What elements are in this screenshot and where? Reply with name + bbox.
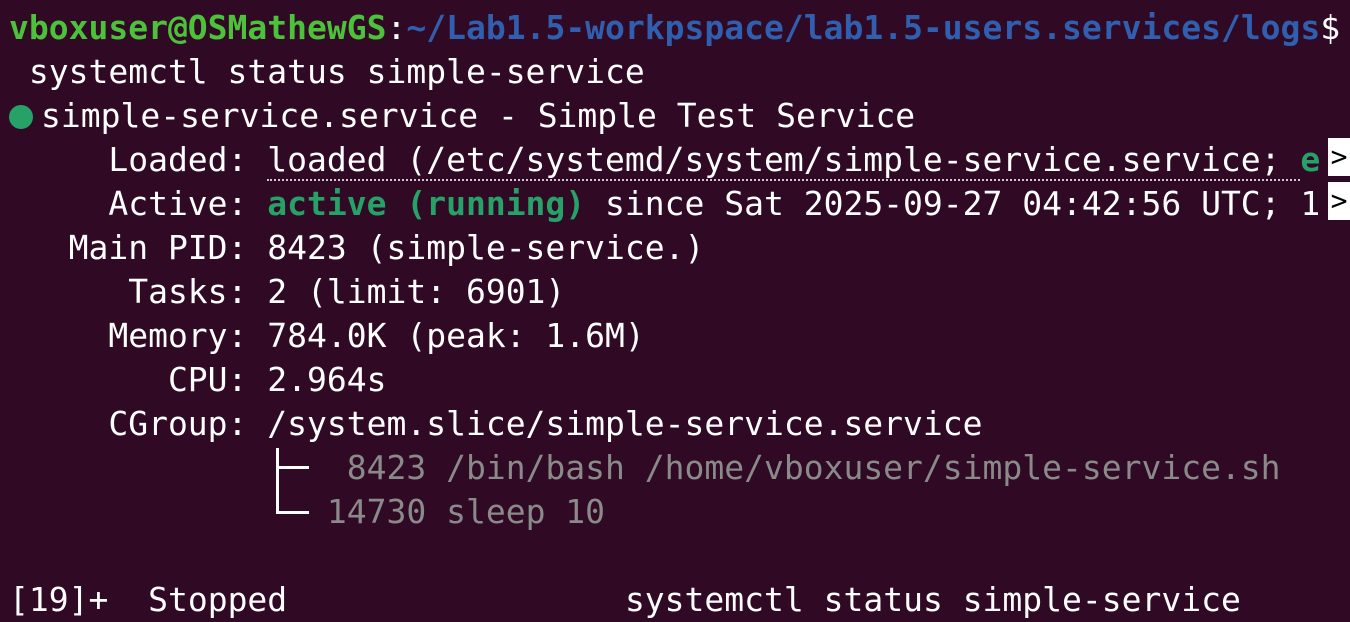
main-pid-line: Main PID: 8423 (simple-service.)	[9, 226, 1350, 270]
loaded-label: Loaded:	[9, 140, 268, 179]
job-state: Stopped	[148, 580, 288, 619]
cgroup-value: /system.slice/simple-service.service	[267, 404, 983, 443]
prompt-user-host: vboxuser@OSMathewGS	[9, 8, 387, 47]
cpu-value: 2.964s	[267, 360, 387, 399]
prompt-line: vboxuser@OSMathewGS:~/Lab1.5-workpspace/…	[9, 6, 1350, 50]
main-pid-value: 8423 (simple-service.)	[267, 228, 705, 267]
prompt-symbol: $	[1320, 8, 1341, 47]
cgroup-label: CGroup:	[9, 404, 268, 443]
memory-line: Memory: 784.0K (peak: 1.6M)	[9, 314, 1350, 358]
loaded-line: Loaded: loaded (/etc/systemd/system/simp…	[9, 138, 1350, 182]
cpu-label: CPU:	[9, 360, 268, 399]
process-line: 14730 sleep 10	[9, 490, 1350, 534]
main-pid-label: Main PID:	[9, 228, 268, 267]
process-entry: 14730 sleep 10	[326, 492, 606, 531]
active-line: Active: active (running) since Sat 2025-…	[9, 182, 1350, 226]
memory-label: Memory:	[9, 316, 268, 355]
tasks-line: Tasks: 2 (limit: 6901)	[9, 270, 1350, 314]
process-entry: 8423 /bin/bash /home/vboxuser/simple-ser…	[326, 448, 1281, 487]
cgroup-line: CGroup: /system.slice/simple-service.ser…	[9, 402, 1350, 446]
cgroup-tree-end-icon	[276, 469, 309, 514]
cpu-line: CPU: 2.964s	[9, 358, 1350, 402]
loaded-value: loaded (/etc/systemd/system/simple-servi…	[267, 140, 1301, 181]
unit-title: simple-service.service - Simple Test Ser…	[41, 96, 916, 135]
truncation-marker: >	[1328, 138, 1350, 176]
job-line: [19]+ Stopped systemctl status simple-se…	[9, 578, 1350, 622]
truncation-marker: >	[1328, 182, 1350, 220]
tasks-value: 2 (limit: 6901)	[267, 272, 566, 311]
prompt-colon: :	[386, 8, 407, 47]
process-line: 8423 /bin/bash /home/vboxuser/simple-ser…	[9, 446, 1350, 490]
memory-value: 784.0K (peak: 1.6M)	[267, 316, 645, 355]
service-status-dot-icon	[9, 105, 33, 129]
cgroup-tree-branch-icon	[276, 448, 309, 469]
command-line: systemctl status simple-service	[9, 52, 645, 91]
active-label: Active:	[9, 184, 268, 223]
prompt-path: ~/Lab1.5-workpspace/lab1.5-users.service…	[406, 8, 1321, 47]
tasks-label: Tasks:	[9, 272, 268, 311]
terminal-window[interactable]: vboxuser@OSMathewGS:~/Lab1.5-workpspace/…	[0, 0, 1350, 622]
job-command: systemctl status simple-service	[624, 580, 1241, 619]
active-state: active (running)	[267, 184, 586, 223]
unit-line: simple-service.service - Simple Test Ser…	[9, 94, 1350, 138]
active-since: since Sat 2025-09-27 04:42:56 UTC; 1	[585, 184, 1321, 223]
job-id: [19]+	[9, 580, 109, 619]
loaded-tail: e	[1300, 140, 1321, 179]
